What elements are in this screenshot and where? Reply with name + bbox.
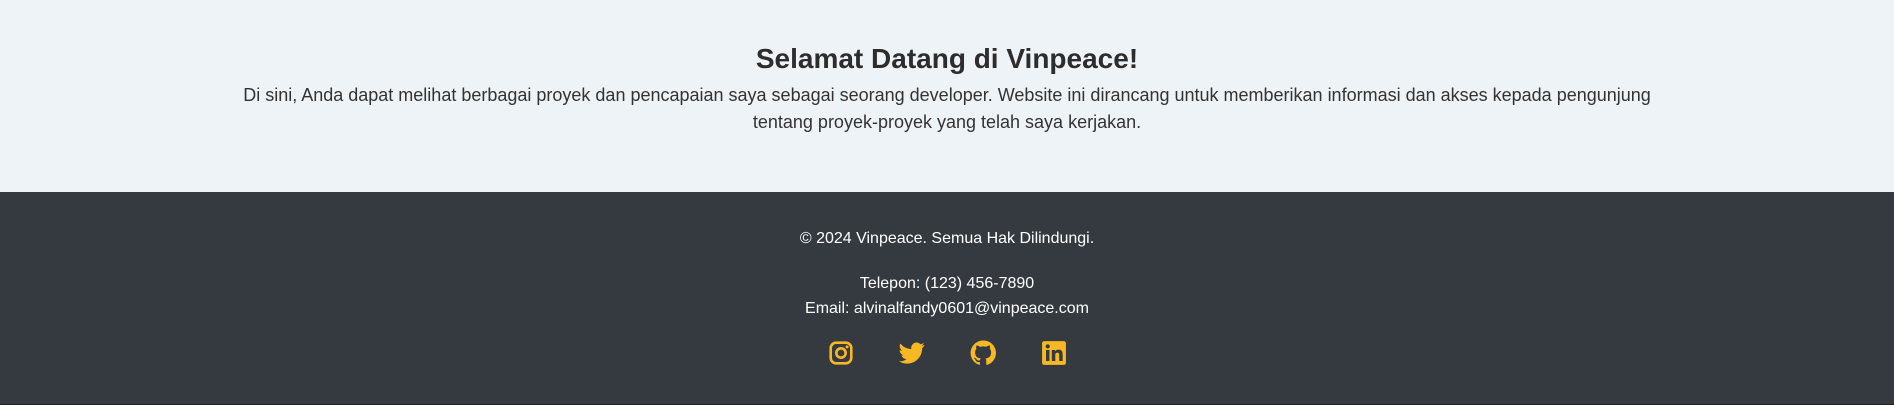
phone-text: Telepon: (123) 456-7890 (859, 275, 1035, 292)
github-icon (970, 340, 996, 365)
site-footer: © 2024 Vinpeace. Semua Hak Dilindungi. T… (0, 192, 1894, 405)
welcome-section: Selamat Datang di Vinpeace! Di sini, And… (0, 0, 1894, 192)
social-links (0, 340, 1894, 366)
linkedin-link[interactable] (1041, 340, 1067, 366)
linkedin-icon (1041, 341, 1066, 365)
contact-info: Telepon: (123) 456-7890 Email: alvinalfa… (0, 271, 1894, 321)
welcome-description: Di sini, Anda dapat melihat berbagai pro… (243, 85, 1651, 132)
email-text: Email: alvinalfandy0601@vinpeace.com (805, 300, 1089, 317)
instagram-link[interactable] (828, 340, 854, 366)
twitter-link[interactable] (898, 340, 925, 366)
instagram-icon (828, 341, 853, 365)
github-link[interactable] (970, 340, 996, 366)
welcome-title: Selamat Datang di Vinpeace! (755, 43, 1139, 74)
twitter-icon (898, 342, 925, 364)
copyright-text: © 2024 Vinpeace. Semua Hak Dilindungi. (799, 230, 1095, 247)
